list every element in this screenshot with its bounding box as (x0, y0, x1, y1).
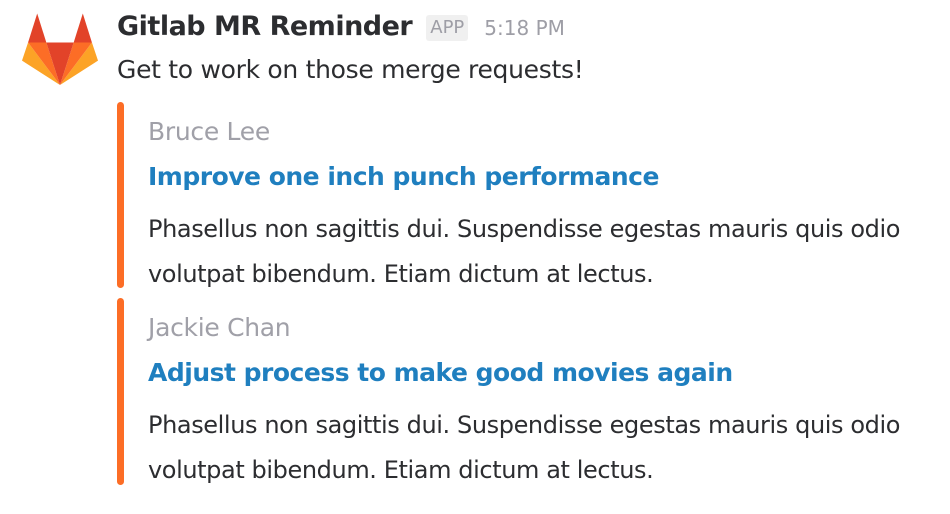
attachment-2: Jackie Chan Adjust process to make good … (117, 298, 927, 485)
attachment-1: Bruce Lee Improve one inch punch perform… (117, 102, 927, 288)
app-badge: APP (426, 15, 469, 41)
message-timestamp[interactable]: 5:18 PM (484, 16, 565, 40)
attachment-author: Jackie Chan (148, 313, 291, 342)
gitlab-tanuki-icon[interactable] (22, 9, 98, 85)
attachment-title-link[interactable]: Improve one inch punch performance (148, 162, 659, 191)
message-header: Gitlab MR Reminder APP 5:18 PM (117, 11, 565, 47)
attachment-color-bar (117, 102, 124, 288)
sender-name[interactable]: Gitlab MR Reminder (117, 11, 413, 42)
attachment-author: Bruce Lee (148, 117, 270, 146)
attachment-description: Phasellus non sagittis dui. Suspendisse … (148, 215, 901, 288)
avatar-svg (22, 13, 98, 85)
attachment-description: Phasellus non sagittis dui. Suspendisse … (148, 411, 901, 484)
attachment-color-bar (117, 298, 124, 485)
message-text: Get to work on those merge requests! (117, 55, 584, 84)
slack-message: Gitlab MR Reminder APP 5:18 PM Get to wo… (0, 0, 950, 514)
attachment-title-link[interactable]: Adjust process to make good movies again (148, 358, 733, 387)
